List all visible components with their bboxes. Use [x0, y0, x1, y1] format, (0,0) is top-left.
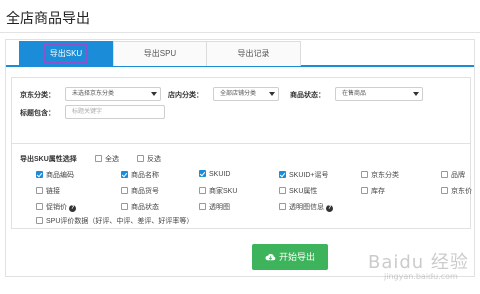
- attr-option[interactable]: SKUID+谣号: [279, 170, 328, 180]
- checkbox-icon: [361, 187, 368, 194]
- attr-option[interactable]: 京东分类: [361, 170, 399, 180]
- checkbox-icon: [199, 203, 206, 210]
- select-all-checkbox[interactable]: 全选: [95, 154, 119, 164]
- checkbox-icon: [441, 187, 448, 194]
- tab-export-records[interactable]: 导出记录: [206, 41, 301, 66]
- invert-selection-checkbox[interactable]: 反选: [137, 154, 161, 164]
- attr-option[interactable]: 商品状态: [121, 202, 159, 212]
- checkbox-checked-icon: [121, 171, 128, 178]
- tab-export-spu[interactable]: 导出SPU: [113, 41, 207, 66]
- checkbox-icon: [36, 203, 43, 210]
- attr-option[interactable]: 品牌: [441, 170, 465, 180]
- product-status-label: 商品状态：: [290, 92, 325, 99]
- product-status-select[interactable]: 在售商品: [335, 87, 423, 101]
- chevron-down-icon: [269, 92, 275, 96]
- attr-option[interactable]: 促销价?: [36, 202, 76, 212]
- checkbox-icon: [279, 203, 286, 210]
- jd-category-select[interactable]: 未选择京东分类: [65, 87, 161, 101]
- checkbox-icon: [137, 155, 144, 162]
- attribute-section-title: 导出SKU属性选择: [20, 156, 77, 163]
- cloud-download-icon: [265, 253, 276, 261]
- title-contains-label: 标题包含：: [20, 110, 55, 117]
- chevron-down-icon: [413, 92, 419, 96]
- checkbox-checked-icon: [279, 171, 286, 178]
- start-export-button[interactable]: 开始导出: [252, 244, 328, 270]
- jd-category-label: 京东分类：: [20, 92, 55, 99]
- watermark-url: jingyan.baidu.com: [384, 272, 458, 281]
- help-icon[interactable]: ?: [69, 205, 76, 212]
- title-keyword-input[interactable]: 标题关键字: [65, 105, 165, 119]
- baidu-jingyan-watermark: Baidu 经验: [368, 252, 469, 273]
- attr-option[interactable]: 透明图: [199, 202, 230, 212]
- attribute-section: 导出SKU属性选择 全选 反选 商品编码 商品名称 SKUID SKUID+谣号…: [11, 143, 472, 229]
- attr-option[interactable]: 商品编码: [36, 170, 74, 180]
- checkbox-icon: [95, 155, 102, 162]
- attr-option[interactable]: 透明图信息?: [279, 202, 333, 212]
- attr-option[interactable]: 商品货号: [121, 186, 159, 196]
- checkbox-icon: [36, 217, 43, 224]
- checkbox-checked-icon: [36, 171, 43, 178]
- attr-option[interactable]: 商品名称: [121, 170, 159, 180]
- help-icon[interactable]: ?: [326, 205, 333, 212]
- checkbox-checked-icon: [199, 170, 206, 177]
- export-panel: 导出SKU 导出SPU 导出记录 京东分类： 未选择京东分类 店内分类： 全部店…: [5, 39, 475, 277]
- chevron-down-icon: [151, 92, 157, 96]
- tab-export-sku[interactable]: 导出SKU: [19, 41, 113, 66]
- checkbox-icon: [36, 187, 43, 194]
- checkbox-icon: [199, 187, 206, 194]
- checkbox-icon: [441, 171, 448, 178]
- shop-category-label: 店内分类：: [168, 92, 203, 99]
- attr-option[interactable]: SPU评价数据（好评、中评、差评、好评率等）: [36, 216, 193, 226]
- attr-option[interactable]: 商家SKU: [199, 186, 237, 196]
- checkbox-icon: [361, 171, 368, 178]
- attr-option[interactable]: SKU属性: [279, 186, 317, 196]
- shop-category-select[interactable]: 全部店铺分类: [213, 87, 279, 101]
- attr-option[interactable]: 京东价: [441, 186, 472, 196]
- attr-option[interactable]: SKUID: [199, 170, 230, 178]
- tab-bar: 导出SKU 导出SPU 导出记录: [6, 40, 474, 67]
- checkbox-icon: [121, 203, 128, 210]
- page-title: 全店商品导出: [6, 11, 90, 27]
- attr-option[interactable]: 库存: [361, 186, 385, 196]
- attr-option[interactable]: 链接: [36, 186, 60, 196]
- checkbox-icon: [121, 187, 128, 194]
- checkbox-icon: [279, 187, 286, 194]
- title-divider: [0, 32, 480, 33]
